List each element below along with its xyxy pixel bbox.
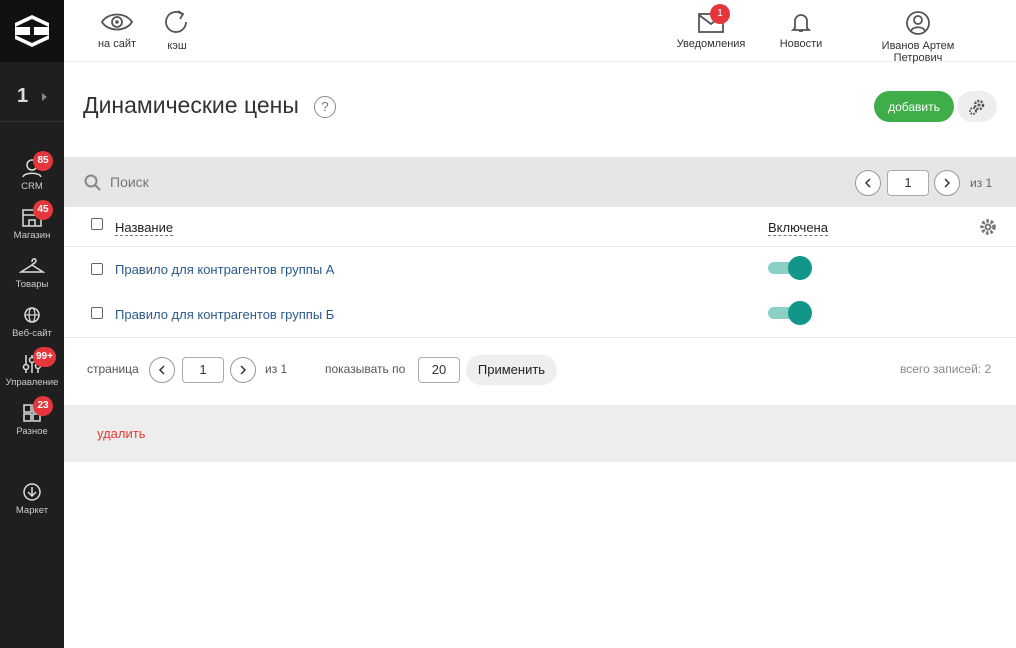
bell-icon: [790, 14, 812, 32]
crm-badge: 85: [33, 151, 53, 171]
user-name: Иванов Артем Петрович: [881, 40, 955, 64]
management-badge: 99+: [33, 347, 56, 367]
user-menu[interactable]: Иванов Артем Петрович: [856, 10, 980, 64]
hanger-icon: [19, 258, 45, 273]
divider: [64, 337, 1016, 338]
view-site-label: на сайт: [97, 38, 137, 50]
next-page-button[interactable]: [934, 170, 960, 196]
misc-badge: 23: [33, 396, 53, 416]
per-page-input[interactable]: 20: [418, 357, 460, 383]
sidebar: 1 CRM 85 Магазин 45 Товары Веб-сайт Упра…: [0, 0, 64, 648]
bulk-actions-bar: удалить: [64, 405, 1016, 462]
rule-link[interactable]: Правило для контрагентов группы Б: [115, 307, 334, 322]
logo[interactable]: [0, 0, 64, 62]
sidebar-item-label: Разное: [16, 426, 48, 437]
logo-icon: [15, 15, 49, 47]
search-icon: [84, 174, 101, 191]
news-button[interactable]: Новости: [777, 10, 825, 50]
store-badge: 45: [33, 200, 53, 220]
page-settings-button[interactable]: [957, 91, 997, 122]
per-page-label: показывать по: [325, 362, 406, 376]
chevron-left-icon: [158, 365, 165, 375]
chevron-left-icon: [864, 178, 871, 188]
page-count: из 1: [970, 176, 993, 190]
sidebar-item-label: Управление: [5, 377, 59, 388]
sidebar-item-crm[interactable]: CRM 85: [0, 151, 64, 192]
page-number-input[interactable]: 1: [182, 357, 224, 383]
refresh-icon: [165, 10, 187, 33]
user-avatar-icon: [906, 11, 930, 35]
column-header-name[interactable]: Название: [115, 220, 174, 236]
eye-icon: [100, 13, 134, 31]
site-number: 1: [16, 85, 29, 107]
gears-icon: [969, 99, 985, 115]
view-site-button[interactable]: на сайт: [96, 10, 138, 50]
page-count: из 1: [265, 362, 288, 376]
page-number-input[interactable]: 1: [887, 170, 929, 196]
prev-page-button[interactable]: [149, 357, 175, 383]
sidebar-item-website[interactable]: Веб-сайт: [0, 305, 64, 339]
top-bar: на сайт кэш Уведомления 1 Новости Иванов…: [64, 0, 1016, 64]
add-button[interactable]: добавить: [874, 91, 954, 122]
cache-label: кэш: [167, 40, 187, 52]
row-checkbox[interactable]: [91, 263, 103, 275]
chevron-right-icon: [240, 365, 247, 375]
rule-link[interactable]: Правило для контрагентов группы А: [115, 262, 334, 277]
row-checkbox[interactable]: [91, 307, 103, 319]
enabled-toggle[interactable]: [768, 255, 812, 281]
notifications-label: Уведомления: [676, 38, 746, 50]
chevron-right-icon: [944, 178, 951, 188]
next-page-button[interactable]: [230, 357, 256, 383]
cache-button[interactable]: кэш: [162, 8, 192, 52]
divider: [64, 246, 1016, 247]
total-records: всего записей: 2: [900, 362, 992, 376]
sidebar-item-store[interactable]: Магазин 45: [0, 200, 64, 241]
sidebar-item-label: Маркет: [15, 505, 49, 516]
sidebar-item-management[interactable]: Управление 99+: [0, 347, 64, 388]
search-input[interactable]: [110, 172, 410, 192]
page-title: Динамические цены: [83, 92, 299, 118]
sidebar-item-products[interactable]: Товары: [0, 256, 64, 290]
enabled-toggle[interactable]: [768, 300, 812, 326]
column-header-enabled[interactable]: Включена: [768, 220, 828, 236]
sidebar-item-misc[interactable]: Разное 23: [0, 396, 64, 437]
chevron-right-icon: [42, 92, 48, 101]
notifications-badge: 1: [710, 4, 730, 24]
download-circle-icon: [23, 483, 41, 501]
sidebar-item-market[interactable]: Маркет: [0, 482, 64, 516]
search-bar: 1 из 1: [64, 157, 1016, 207]
sidebar-item-label: Магазин: [13, 230, 51, 241]
delete-link[interactable]: удалить: [97, 426, 145, 441]
prev-page-button[interactable]: [855, 170, 881, 196]
page-label: страница: [87, 362, 139, 376]
news-label: Новости: [779, 38, 823, 50]
gear-icon[interactable]: [978, 217, 998, 237]
globe-icon: [24, 307, 40, 323]
sidebar-item-label: CRM: [21, 181, 43, 192]
sidebar-item-label: Веб-сайт: [12, 328, 52, 339]
help-icon[interactable]: ?: [314, 96, 336, 118]
notifications-button[interactable]: Уведомления 1: [676, 4, 746, 50]
sidebar-item-label: Товары: [15, 279, 49, 290]
site-switcher[interactable]: 1: [0, 72, 64, 122]
select-all-checkbox[interactable]: [91, 218, 103, 230]
apply-button[interactable]: Применить: [466, 355, 557, 385]
